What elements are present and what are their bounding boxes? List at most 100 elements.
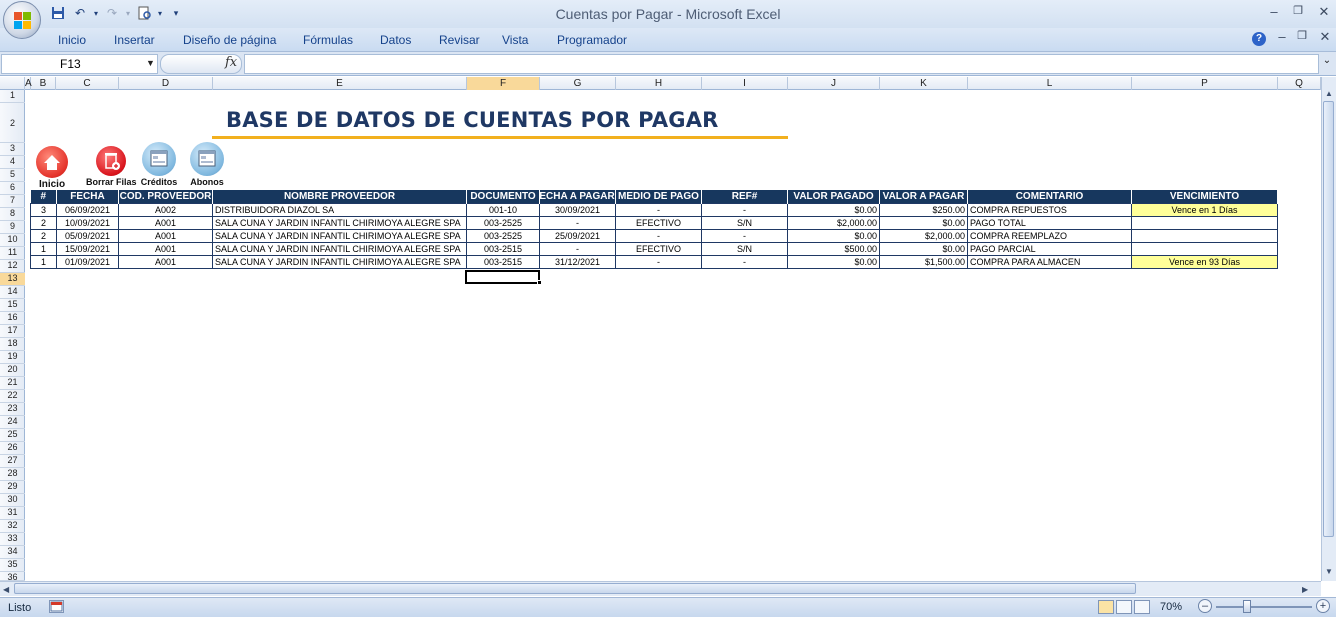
cell-num[interactable]: 1 — [30, 241, 57, 256]
name-box[interactable]: F13 — [1, 54, 158, 74]
cell-pagado[interactable]: $0.00 — [787, 202, 880, 217]
row-header[interactable]: 18 — [0, 338, 25, 351]
cell-medio[interactable]: EFECTIVO — [615, 215, 702, 230]
column-header[interactable]: B — [31, 77, 56, 90]
page-break-view-icon[interactable] — [1134, 600, 1150, 614]
tab-formulas[interactable]: Fórmulas — [303, 33, 353, 47]
row-header[interactable]: 23 — [0, 403, 25, 416]
cell-fecha[interactable]: 06/09/2021 — [56, 202, 119, 217]
header-valor-pagado[interactable]: VALOR PAGADO — [787, 190, 880, 203]
column-header[interactable]: K — [880, 77, 968, 90]
normal-view-icon[interactable] — [1098, 600, 1114, 614]
cell-comentario[interactable]: PAGO TOTAL — [967, 215, 1132, 230]
formula-input[interactable] — [244, 54, 1319, 74]
tab-datos[interactable]: Datos — [380, 33, 411, 47]
cell-comentario[interactable]: PAGO PARCIAL — [967, 241, 1132, 256]
header-vencimiento[interactable]: VENCIMIENTO — [1131, 190, 1278, 203]
row-header[interactable]: 9 — [0, 221, 25, 234]
row-header[interactable]: 19 — [0, 351, 25, 364]
worksheet-grid[interactable]: BASE DE DATOS DE CUENTAS POR PAGAR Inici… — [26, 90, 1320, 581]
cell-fecha-pagar[interactable]: 30/09/2021 — [539, 202, 616, 217]
cell-pagar[interactable]: $1,500.00 — [879, 254, 968, 269]
row-header[interactable]: 8 — [0, 208, 25, 221]
row-header[interactable]: 31 — [0, 507, 25, 520]
close-icon[interactable]: ✕ — [1314, 4, 1334, 22]
cell-documento[interactable]: 003-2515 — [466, 254, 540, 269]
inicio-button[interactable]: Inicio — [34, 146, 70, 190]
row-header[interactable]: 32 — [0, 520, 25, 533]
column-header[interactable]: G — [540, 77, 616, 90]
scroll-right-icon[interactable]: ▶ — [1302, 585, 1308, 594]
column-header[interactable]: C — [56, 77, 119, 90]
tab-insertar[interactable]: Insertar — [114, 33, 155, 47]
cell-fecha-pagar[interactable]: 31/12/2021 — [539, 254, 616, 269]
cell-medio[interactable]: - — [615, 254, 702, 269]
header-documento[interactable]: DOCUMENTO — [466, 190, 540, 203]
cell-ref[interactable]: - — [701, 228, 788, 243]
cell-comentario[interactable]: COMPRA REEMPLAZO — [967, 228, 1132, 243]
cell-fecha-pagar[interactable]: - — [539, 241, 616, 256]
scroll-down-icon[interactable]: ▼ — [1325, 567, 1333, 576]
cell-num[interactable]: 2 — [30, 228, 57, 243]
row-header[interactable]: 21 — [0, 377, 25, 390]
cell-vencimiento[interactable] — [1131, 215, 1278, 230]
expand-formula-bar-icon[interactable]: ⌄ — [1320, 55, 1334, 73]
workbook-restore-icon[interactable]: ❐ — [1292, 29, 1312, 47]
zoom-level[interactable]: 70% — [1160, 601, 1182, 613]
minimize-icon[interactable]: – — [1264, 4, 1284, 22]
cell-pagar[interactable]: $250.00 — [879, 202, 968, 217]
cell-vencimiento[interactable] — [1131, 241, 1278, 256]
cell-ref[interactable]: - — [701, 254, 788, 269]
cell-nombre[interactable]: SALA CUNA Y JARDIN INFANTIL CHIRIMOYA AL… — [212, 228, 467, 243]
zoom-in-icon[interactable]: + — [1316, 599, 1330, 613]
cell-nombre[interactable]: SALA CUNA Y JARDIN INFANTIL CHIRIMOYA AL… — [212, 254, 467, 269]
cell-fecha[interactable]: 10/09/2021 — [56, 215, 119, 230]
help-icon[interactable]: ? — [1252, 32, 1266, 46]
row-header[interactable]: 33 — [0, 533, 25, 546]
cell-comentario[interactable]: COMPRA REPUESTOS — [967, 202, 1132, 217]
cell-pagar[interactable]: $0.00 — [879, 241, 968, 256]
column-header[interactable]: Q — [1278, 77, 1321, 90]
macro-record-icon[interactable] — [49, 600, 64, 613]
cell-pagar[interactable]: $2,000.00 — [879, 228, 968, 243]
cell-medio[interactable]: - — [615, 228, 702, 243]
row-header[interactable]: 10 — [0, 234, 25, 247]
cell-num[interactable]: 1 — [30, 254, 57, 269]
cell-pagado[interactable]: $500.00 — [787, 241, 880, 256]
creditos-button[interactable]: Créditos — [140, 142, 178, 187]
cell-documento[interactable]: 001-10 — [466, 202, 540, 217]
header-nombre-proveedor[interactable]: NOMBRE PROVEEDOR — [212, 190, 467, 203]
row-header[interactable]: 27 — [0, 455, 25, 468]
cell-comentario[interactable]: COMPRA PARA ALMACEN — [967, 254, 1132, 269]
column-header[interactable]: D — [119, 77, 213, 90]
cell-medio[interactable]: - — [615, 202, 702, 217]
row-header[interactable]: 7 — [0, 195, 25, 208]
cell-nombre[interactable]: SALA CUNA Y JARDIN INFANTIL CHIRIMOYA AL… — [212, 215, 467, 230]
row-header[interactable]: 25 — [0, 429, 25, 442]
cell-pagado[interactable]: $0.00 — [787, 228, 880, 243]
active-cell-selection[interactable] — [465, 270, 540, 284]
office-button[interactable] — [3, 1, 41, 39]
column-header[interactable]: H — [616, 77, 702, 90]
row-header[interactable]: 3 — [0, 143, 25, 156]
row-header[interactable]: 35 — [0, 559, 25, 572]
cell-ref[interactable]: - — [701, 202, 788, 217]
header-ref[interactable]: REF# — [701, 190, 788, 203]
row-header[interactable]: 1 — [0, 90, 25, 103]
cell-vencimiento[interactable] — [1131, 228, 1278, 243]
cell-vencimiento[interactable]: Vence en 93 Días — [1131, 254, 1278, 269]
cell-nombre[interactable]: DISTRIBUIDORA DIAZOL SA — [212, 202, 467, 217]
column-header[interactable]: E — [213, 77, 467, 90]
cell-nombre[interactable]: SALA CUNA Y JARDIN INFANTIL CHIRIMOYA AL… — [212, 241, 467, 256]
zoom-slider-thumb[interactable] — [1243, 600, 1251, 613]
workbook-close-icon[interactable]: ✕ — [1315, 29, 1335, 47]
cell-cod[interactable]: A001 — [118, 241, 213, 256]
cell-ref[interactable]: S/N — [701, 241, 788, 256]
fill-handle[interactable] — [537, 280, 542, 285]
cell-cod[interactable]: A001 — [118, 215, 213, 230]
row-header[interactable]: 30 — [0, 494, 25, 507]
abonos-button[interactable]: Abonos — [188, 142, 226, 187]
row-header[interactable]: 2 — [0, 103, 25, 143]
cell-vencimiento[interactable]: Vence en 1 Días — [1131, 202, 1278, 217]
header-comentario[interactable]: COMENTARIO — [967, 190, 1132, 203]
